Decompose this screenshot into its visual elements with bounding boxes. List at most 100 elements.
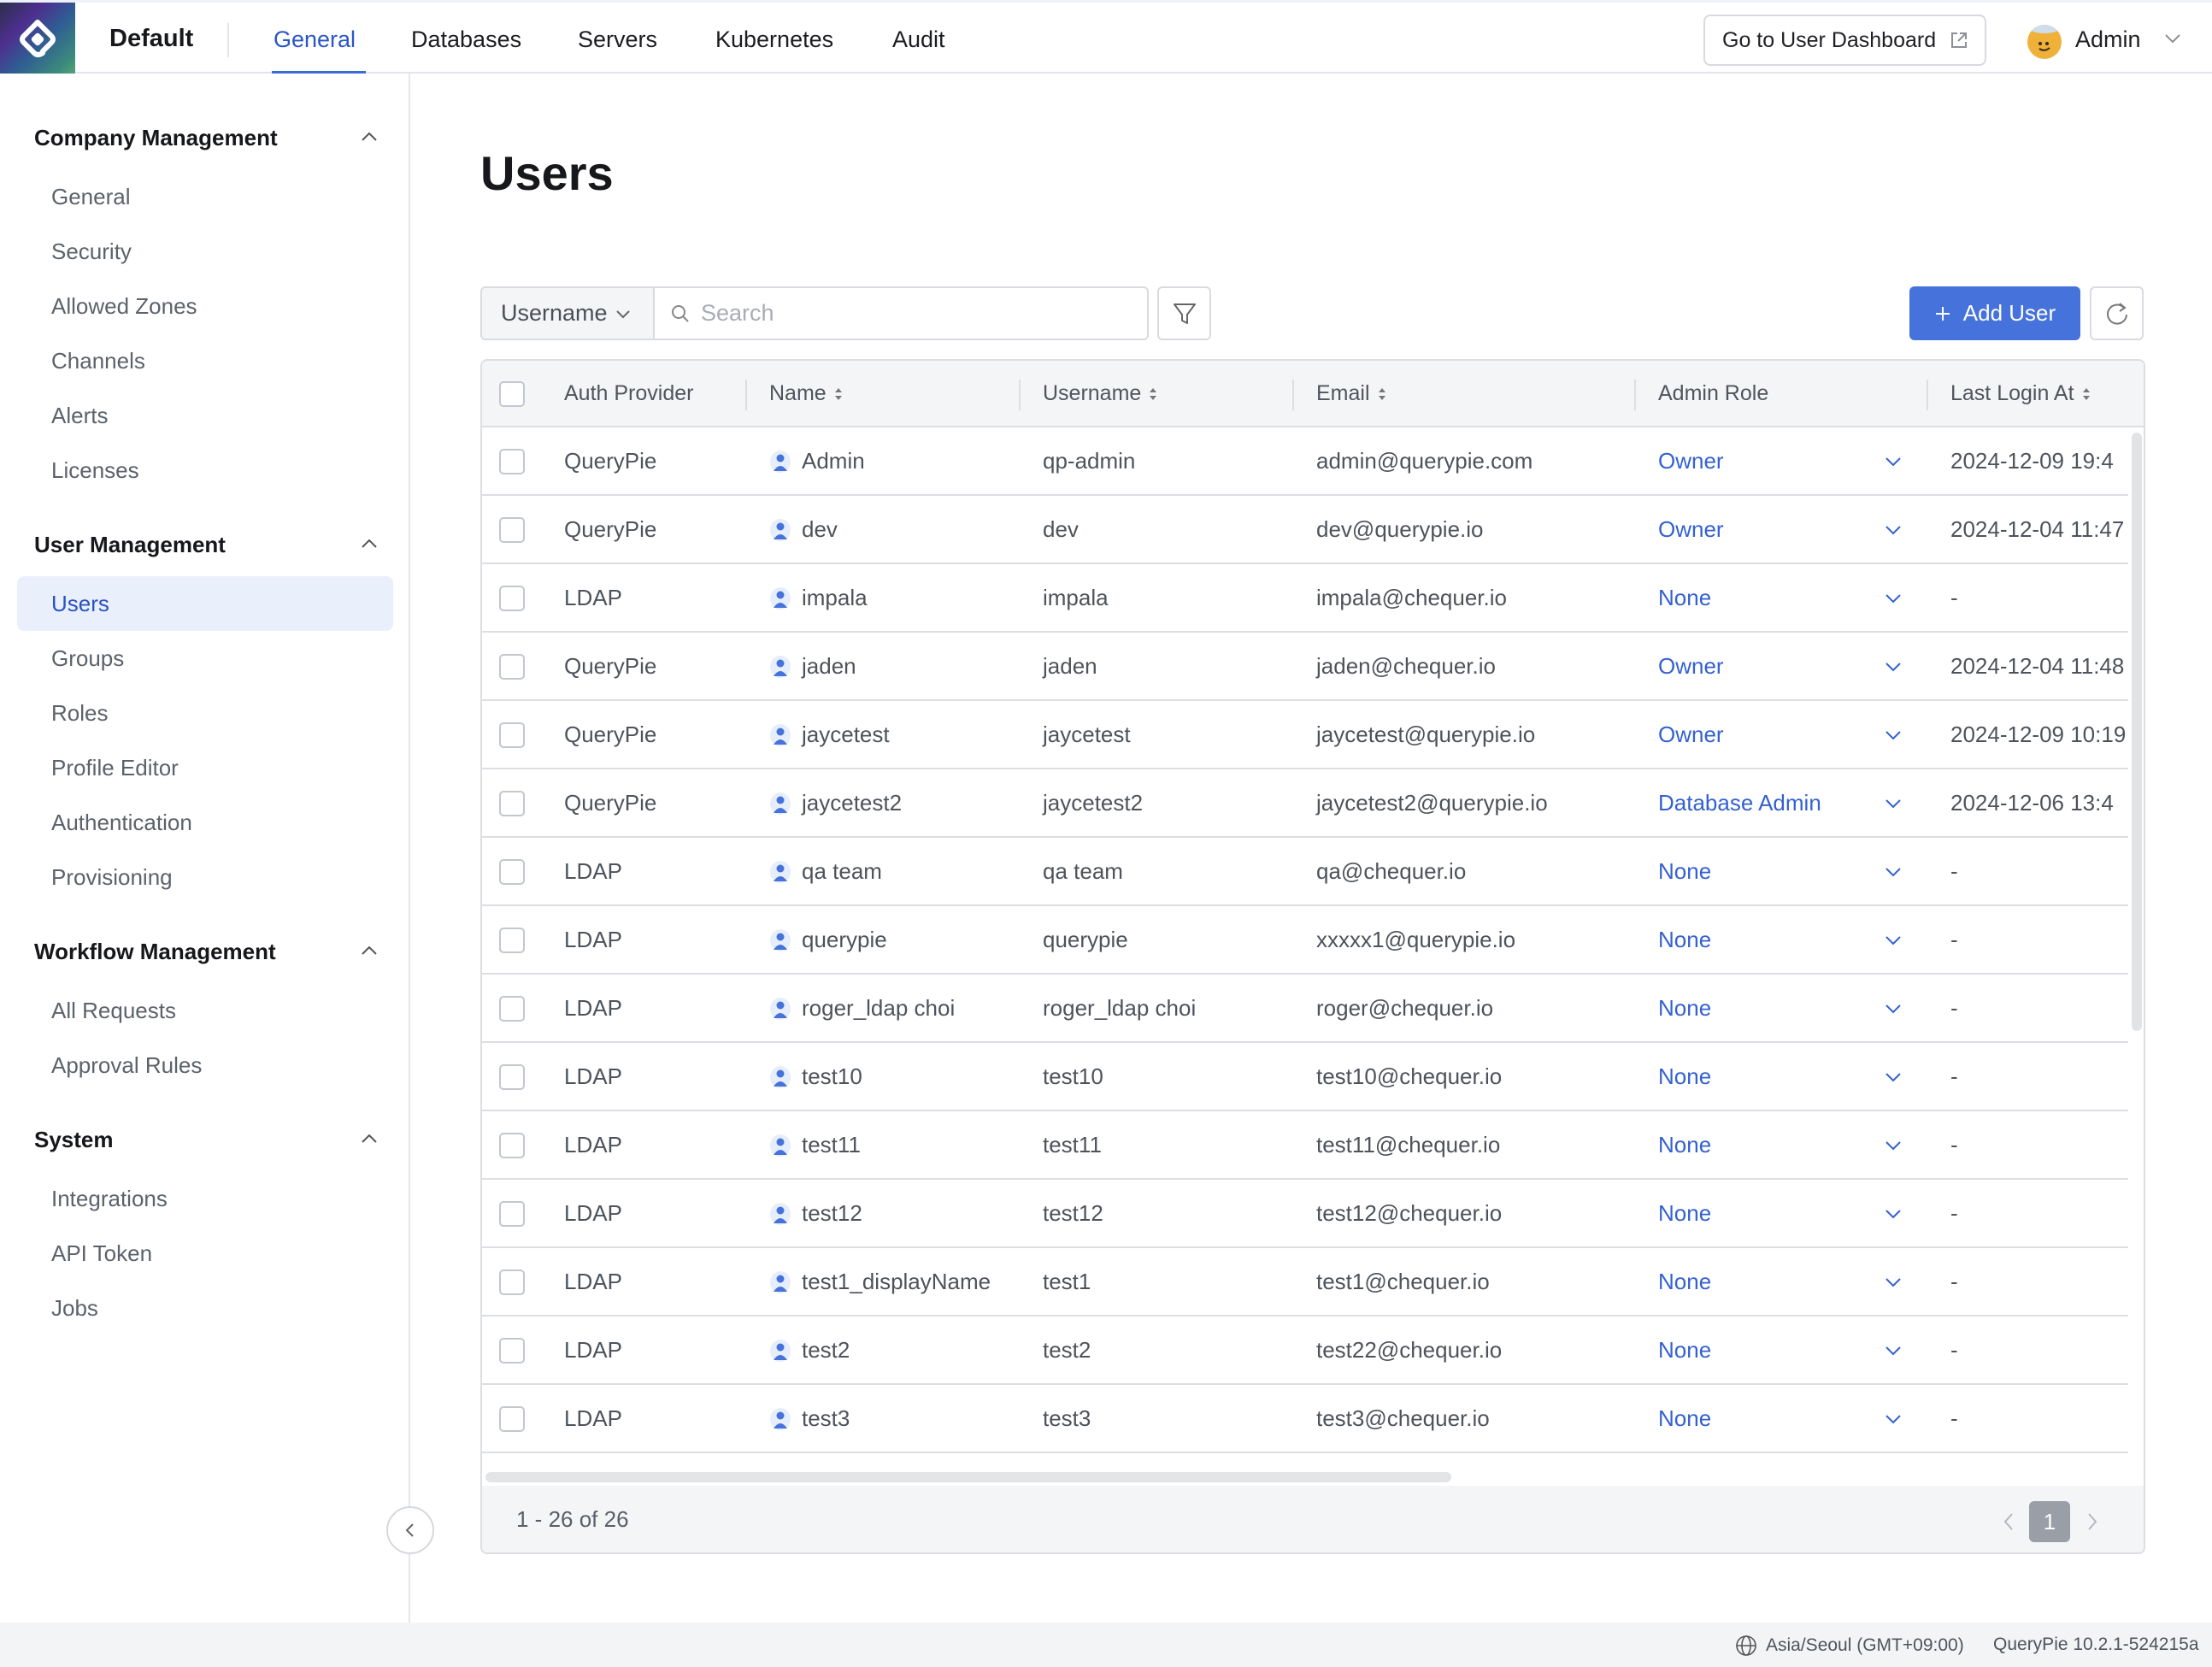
table-row[interactable]: QueryPie jaden jaden jaden@chequer.io Owner 2… — [482, 633, 2128, 701]
refresh-button[interactable] — [2090, 286, 2144, 340]
sidebar-item-allowed-zones[interactable]: Allowed Zones — [17, 279, 393, 333]
chevron-up-icon[interactable] — [359, 127, 379, 147]
sidebar-item-jobs[interactable]: Jobs — [17, 1281, 393, 1335]
role-dropdown-chevron-icon[interactable] — [1884, 932, 1903, 949]
select-all-checkbox[interactable] — [499, 381, 525, 407]
section-system[interactable]: System — [34, 1127, 114, 1153]
table-row[interactable]: LDAP test2 test2 test22@chequer.io None - — [482, 1317, 2128, 1385]
sort-icon[interactable] — [2081, 386, 2091, 403]
column-name[interactable]: Name — [769, 381, 844, 406]
user-avatar[interactable] — [2027, 25, 2062, 59]
search-field-select[interactable]: Username — [482, 288, 655, 339]
chevron-up-icon[interactable] — [359, 533, 379, 554]
section-workflow-management[interactable]: Workflow Management — [34, 939, 276, 965]
column-resizer[interactable] — [1019, 380, 1021, 410]
cell-admin-role[interactable]: None — [1658, 927, 1711, 953]
table-row[interactable]: LDAP test12 test12 test12@chequer.io None - — [482, 1180, 2128, 1248]
table-row[interactable]: LDAP qa team qa team qa@chequer.io None - — [482, 838, 2128, 906]
column-email[interactable]: Email — [1316, 381, 1387, 406]
cell-admin-role[interactable]: Owner — [1658, 448, 1724, 474]
user-name[interactable]: Admin — [2075, 27, 2141, 53]
cell-admin-role[interactable]: None — [1658, 585, 1711, 611]
column-resizer[interactable] — [745, 380, 747, 410]
row-checkbox[interactable] — [499, 586, 525, 611]
row-checkbox[interactable] — [499, 1133, 525, 1158]
cell-admin-role[interactable]: None — [1658, 858, 1711, 885]
cell-admin-role[interactable]: None — [1658, 1337, 1711, 1364]
table-row[interactable]: LDAP test3 test3 test3@chequer.io None - — [482, 1385, 2128, 1453]
row-checkbox[interactable] — [499, 517, 525, 543]
row-checkbox[interactable] — [499, 1406, 525, 1432]
row-checkbox[interactable] — [499, 1269, 525, 1295]
sort-icon[interactable] — [1148, 386, 1158, 403]
chevron-left-icon[interactable] — [2000, 1511, 2017, 1532]
go-to-user-dashboard-button[interactable]: Go to User Dashboard — [1703, 15, 1986, 66]
role-dropdown-chevron-icon[interactable] — [1884, 863, 1903, 881]
table-row[interactable]: LDAP test1_displayName test1 test1@chequer.… — [482, 1248, 2128, 1317]
vertical-scrollbar[interactable] — [2132, 433, 2142, 1031]
row-checkbox[interactable] — [499, 722, 525, 748]
cell-admin-role[interactable]: Owner — [1658, 653, 1724, 680]
cell-admin-role[interactable]: None — [1658, 995, 1711, 1022]
role-dropdown-chevron-icon[interactable] — [1884, 727, 1903, 744]
column-last-login-at[interactable]: Last Login At — [1950, 381, 2091, 406]
sort-icon[interactable] — [833, 386, 844, 403]
role-dropdown-chevron-icon[interactable] — [1884, 658, 1903, 675]
cell-admin-role[interactable]: Database Admin — [1658, 790, 1821, 816]
sidebar-item-users[interactable]: Users — [17, 576, 393, 631]
sort-icon[interactable] — [1377, 386, 1387, 403]
table-row[interactable]: LDAP impala impala impala@chequer.io None - — [482, 564, 2128, 633]
role-dropdown-chevron-icon[interactable] — [1884, 1205, 1903, 1222]
sidebar-item-licenses[interactable]: Licenses — [17, 443, 393, 498]
chevron-down-icon[interactable] — [2162, 28, 2183, 49]
table-row[interactable]: LDAP test10 test10 test10@chequer.io None - — [482, 1043, 2128, 1111]
role-dropdown-chevron-icon[interactable] — [1884, 1274, 1903, 1291]
row-checkbox[interactable] — [499, 654, 525, 680]
sidebar-item-integrations[interactable]: Integrations — [17, 1171, 393, 1226]
column-resizer[interactable] — [1927, 380, 1928, 410]
row-checkbox[interactable] — [499, 859, 525, 885]
sidebar-item-provisioning[interactable]: Provisioning — [17, 850, 393, 904]
workspace-name[interactable]: Default — [109, 25, 193, 53]
filter-button[interactable] — [1157, 286, 1211, 340]
table-row[interactable]: QueryPie jaycetest jaycetest jaycetest@quer… — [482, 701, 2128, 769]
cell-admin-role[interactable]: None — [1658, 1063, 1711, 1090]
role-dropdown-chevron-icon[interactable] — [1884, 1342, 1903, 1359]
table-row[interactable]: QueryPie dev dev dev@querypie.io Owner 2024-1… — [482, 496, 2128, 564]
role-dropdown-chevron-icon[interactable] — [1884, 590, 1903, 607]
column-resizer[interactable] — [1292, 380, 1294, 410]
tab-servers[interactable]: Servers — [578, 27, 657, 53]
section-user-management[interactable]: User Management — [34, 532, 226, 558]
row-checkbox[interactable] — [499, 1064, 525, 1090]
chevron-up-icon[interactable] — [359, 1128, 379, 1149]
cell-admin-role[interactable]: None — [1658, 1200, 1711, 1227]
sidebar-item-security[interactable]: Security — [17, 224, 393, 279]
add-user-button[interactable]: Add User — [1909, 286, 2080, 340]
role-dropdown-chevron-icon[interactable] — [1884, 1000, 1903, 1017]
column-username[interactable]: Username — [1043, 381, 1158, 406]
collapse-sidebar-button[interactable] — [386, 1506, 434, 1554]
role-dropdown-chevron-icon[interactable] — [1884, 1411, 1903, 1428]
tab-databases[interactable]: Databases — [411, 27, 521, 53]
cell-admin-role[interactable]: None — [1658, 1405, 1711, 1432]
role-dropdown-chevron-icon[interactable] — [1884, 1137, 1903, 1154]
role-dropdown-chevron-icon[interactable] — [1884, 1069, 1903, 1086]
sidebar-item-general[interactable]: General — [17, 169, 393, 224]
table-row[interactable]: QueryPie Admin qp-admin admin@querypie.com O… — [482, 427, 2128, 496]
row-checkbox[interactable] — [499, 1201, 525, 1227]
role-dropdown-chevron-icon[interactable] — [1884, 453, 1903, 470]
sidebar-item-channels[interactable]: Channels — [17, 333, 393, 388]
sidebar-item-api-token[interactable]: API Token — [17, 1226, 393, 1281]
role-dropdown-chevron-icon[interactable] — [1884, 795, 1903, 812]
column-resizer[interactable] — [1634, 380, 1636, 410]
tab-audit[interactable]: Audit — [892, 27, 945, 53]
tab-kubernetes[interactable]: Kubernetes — [715, 27, 833, 53]
table-row[interactable]: LDAP roger_ldap choi roger_ldap choi roger@… — [482, 975, 2128, 1043]
sidebar-item-authentication[interactable]: Authentication — [17, 795, 393, 850]
sidebar-item-all-requests[interactable]: All Requests — [17, 983, 393, 1038]
sidebar-item-approval-rules[interactable]: Approval Rules — [17, 1038, 393, 1093]
role-dropdown-chevron-icon[interactable] — [1884, 521, 1903, 539]
row-checkbox[interactable] — [499, 928, 525, 953]
row-checkbox[interactable] — [499, 996, 525, 1022]
cell-admin-role[interactable]: None — [1658, 1269, 1711, 1295]
